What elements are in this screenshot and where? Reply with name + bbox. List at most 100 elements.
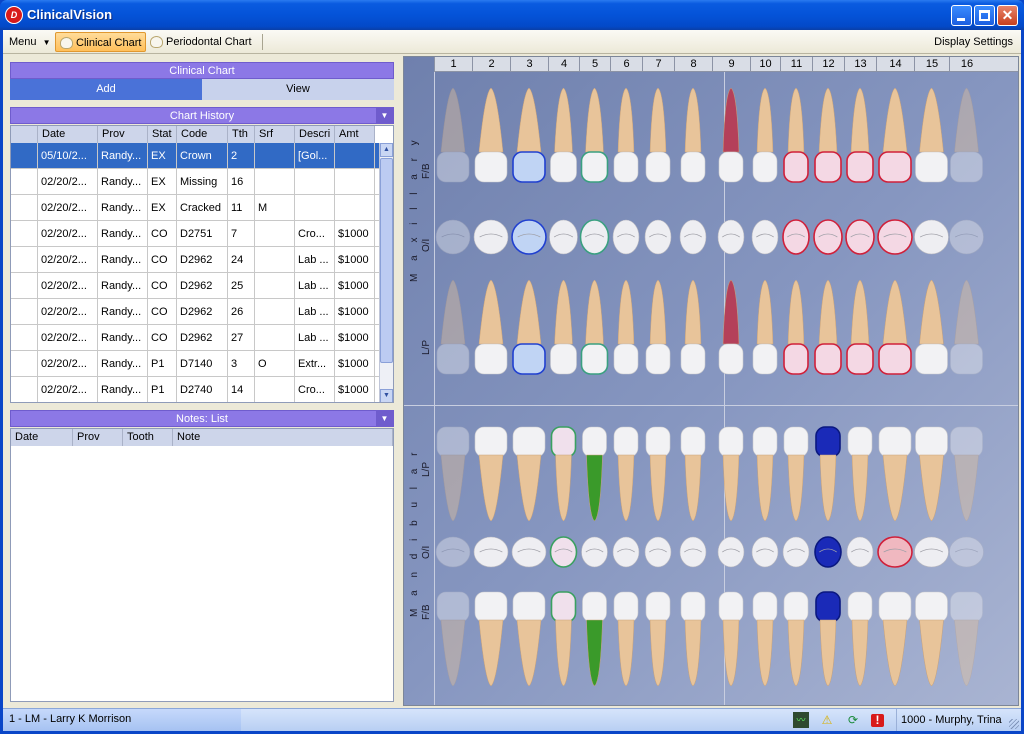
upper-tooth-2-oi[interactable] [473, 219, 509, 255]
table-row[interactable]: 02/20/2... Randy... CO D2751 7 Cro... $1000 [11, 221, 379, 247]
table-row[interactable]: 02/20/2... Randy... EX Cracked 11 M [11, 195, 379, 221]
lower-tooth-22-oi[interactable] [782, 536, 810, 568]
upper-tooth-3-lp[interactable] [512, 279, 546, 375]
lower-tooth-19-fb[interactable] [878, 591, 912, 687]
lower-tooth-30-fb[interactable] [512, 591, 546, 687]
upper-tooth-6-fb[interactable] [613, 87, 639, 183]
notes-column-header-note[interactable]: Note [173, 429, 393, 446]
notes-column-header-tooth[interactable]: Tooth [123, 429, 173, 446]
add-button[interactable]: Add [10, 79, 202, 100]
column-header-srf[interactable]: Srf [255, 126, 295, 143]
upper-tooth-13-oi[interactable] [845, 219, 875, 255]
upper-tooth-13-fb[interactable] [846, 87, 874, 183]
scroll-down-icon[interactable]: ▼ [380, 389, 393, 402]
lower-tooth-17-fb[interactable] [950, 591, 983, 687]
lower-tooth-20-lp[interactable] [847, 426, 873, 522]
upper-tooth-7-lp[interactable] [645, 279, 671, 375]
upper-tooth-2-fb[interactable] [474, 87, 508, 183]
resize-grip-icon[interactable] [1009, 719, 1019, 729]
lower-tooth-32-lp[interactable] [436, 426, 470, 522]
lower-tooth-27-oi[interactable] [612, 536, 640, 568]
lower-tooth-27-fb[interactable] [613, 591, 639, 687]
alert-icon[interactable]: ! [871, 714, 884, 727]
table-row[interactable]: 02/20/2... Randy... P1 D2740 14 Cro... $1000 [11, 377, 379, 402]
column-header-stat[interactable]: Stat [148, 126, 177, 143]
lower-tooth-23-lp[interactable] [752, 426, 778, 522]
upper-tooth-4-oi[interactable] [549, 219, 578, 255]
upper-tooth-3-oi[interactable] [511, 219, 547, 255]
lower-tooth-29-lp[interactable] [550, 426, 577, 522]
lower-tooth-22-fb[interactable] [783, 591, 809, 687]
lower-tooth-17-lp[interactable] [950, 426, 983, 522]
upper-tooth-6-oi[interactable] [612, 219, 640, 255]
table-row[interactable]: 02/20/2... Randy... CO D2962 25 Lab ... $1000 [11, 273, 379, 299]
upper-tooth-9-lp[interactable] [718, 279, 744, 375]
tab-clinical-chart[interactable]: Clinical Chart [55, 32, 147, 52]
lower-tooth-24-lp[interactable] [718, 426, 744, 522]
menu-button[interactable]: Menu ▼ [5, 32, 55, 52]
upper-tooth-11-lp[interactable] [783, 279, 809, 375]
upper-tooth-7-oi[interactable] [644, 219, 672, 255]
notes-column-header-date[interactable]: Date [11, 429, 73, 446]
upper-tooth-8-oi[interactable] [679, 219, 707, 255]
lower-tooth-31-oi[interactable] [473, 536, 509, 568]
chart-history-dropdown-button[interactable]: ▼ [376, 108, 393, 123]
lower-tooth-31-lp[interactable] [474, 426, 508, 522]
lower-tooth-17-oi[interactable] [949, 536, 984, 568]
upper-tooth-7-fb[interactable] [645, 87, 671, 183]
lower-tooth-18-fb[interactable] [915, 591, 948, 687]
upper-tooth-10-fb[interactable] [752, 87, 778, 183]
upper-tooth-4-lp[interactable] [550, 279, 577, 375]
upper-tooth-16-oi[interactable] [949, 219, 984, 255]
lower-tooth-19-lp[interactable] [878, 426, 912, 522]
upper-tooth-5-oi[interactable] [579, 219, 610, 255]
lower-tooth-25-oi[interactable] [679, 536, 707, 568]
minimize-button[interactable] [951, 5, 972, 26]
upper-tooth-3-fb[interactable] [512, 87, 546, 183]
lower-tooth-21-fb[interactable] [815, 591, 841, 687]
upper-tooth-15-fb[interactable] [915, 87, 948, 183]
lower-tooth-31-fb[interactable] [474, 591, 508, 687]
upper-tooth-13-lp[interactable] [846, 279, 874, 375]
lower-tooth-20-oi[interactable] [846, 536, 874, 568]
upper-tooth-4-fb[interactable] [550, 87, 577, 183]
upper-tooth-9-fb[interactable] [718, 87, 744, 183]
upper-tooth-12-lp[interactable] [814, 279, 842, 375]
upper-tooth-10-oi[interactable] [751, 219, 779, 255]
upper-tooth-9-oi[interactable] [717, 219, 745, 255]
upper-tooth-10-lp[interactable] [752, 279, 778, 375]
lower-tooth-18-oi[interactable] [914, 536, 949, 568]
lower-tooth-32-oi[interactable] [435, 536, 471, 568]
column-header-prov[interactable]: Prov [98, 126, 148, 143]
upper-tooth-11-oi[interactable] [782, 219, 810, 255]
upper-tooth-6-lp[interactable] [613, 279, 639, 375]
upper-tooth-2-lp[interactable] [474, 279, 508, 375]
upper-tooth-1-fb[interactable] [436, 87, 470, 183]
upper-tooth-1-oi[interactable] [435, 219, 471, 255]
lower-tooth-28-lp[interactable] [582, 426, 607, 522]
lower-tooth-22-lp[interactable] [783, 426, 809, 522]
lower-tooth-24-oi[interactable] [717, 536, 745, 568]
lower-tooth-19-oi[interactable] [877, 536, 913, 568]
maximize-button[interactable] [974, 5, 995, 26]
warning-icon[interactable]: ⚠ [819, 712, 835, 728]
upper-tooth-16-fb[interactable] [950, 87, 983, 183]
lower-tooth-23-fb[interactable] [752, 591, 778, 687]
lower-tooth-28-oi[interactable] [581, 536, 608, 568]
lower-tooth-32-fb[interactable] [436, 591, 470, 687]
column-header-amt[interactable]: Amt [335, 126, 375, 143]
lower-tooth-28-fb[interactable] [582, 591, 607, 687]
table-row[interactable]: 02/20/2... Randy... CO D2962 24 Lab ... $1000 [11, 247, 379, 273]
display-settings-button[interactable]: Display Settings [930, 32, 1017, 52]
upper-tooth-5-lp[interactable] [580, 279, 609, 375]
scroll-thumb[interactable] [380, 158, 393, 363]
lower-tooth-21-oi[interactable] [814, 536, 842, 568]
lower-tooth-27-lp[interactable] [613, 426, 639, 522]
lower-tooth-30-oi[interactable] [511, 536, 547, 568]
view-button[interactable]: View [202, 79, 394, 100]
lower-tooth-25-lp[interactable] [680, 426, 706, 522]
upper-tooth-11-fb[interactable] [783, 87, 809, 183]
lower-tooth-21-lp[interactable] [815, 426, 841, 522]
column-header-date[interactable]: Date [38, 126, 98, 143]
upper-tooth-16-lp[interactable] [950, 279, 983, 375]
